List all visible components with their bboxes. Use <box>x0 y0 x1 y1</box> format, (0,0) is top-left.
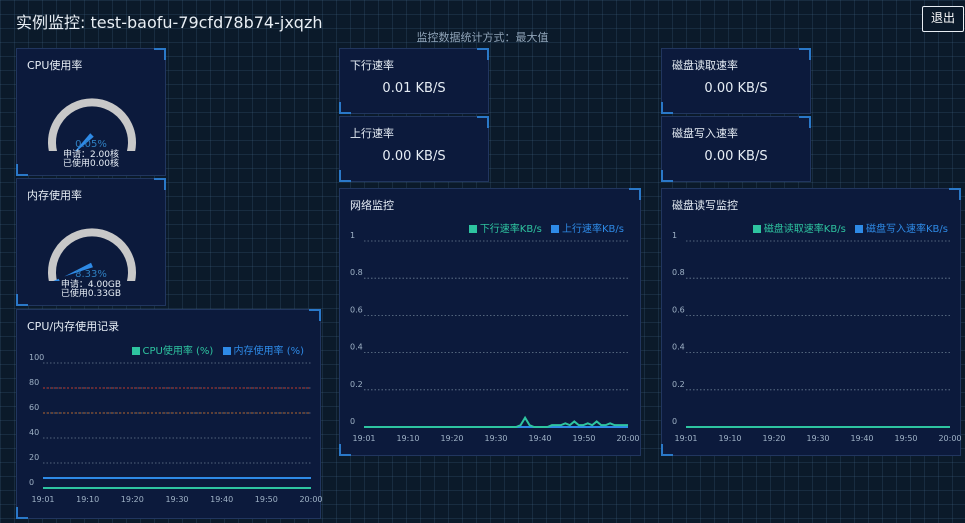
x-tick-label: 20:00 <box>616 434 639 443</box>
y-tick-label: 0.8 <box>350 268 363 277</box>
y-tick-label: 0 <box>350 417 355 426</box>
disk-read-speed-value: 0.00 KB/S <box>704 81 768 96</box>
y-tick-label: 0.2 <box>350 380 363 389</box>
x-tick-label: 20:00 <box>299 495 322 504</box>
y-tick-label: 0 <box>29 478 34 487</box>
y-tick-label: 20 <box>29 453 39 462</box>
y-tick-label: 100 <box>29 353 44 362</box>
y-tick-label: 0.4 <box>672 343 685 352</box>
disk-write-speed-panel: 磁盘写入速率 0.00 KB/S <box>661 116 811 182</box>
download-speed-title: 下行速率 <box>350 59 394 72</box>
network-monitor-panel: 网络监控 下行速率KB/s 上行速率KB/s 0 0.2 0.4 0.6 0.8 1 19:… <box>339 188 641 456</box>
y-tick-label: 0.6 <box>672 305 685 314</box>
y-tick-label: 1 <box>350 231 355 240</box>
upload-speed-title: 上行速率 <box>350 127 394 140</box>
x-tick-label: 19:01 <box>31 495 54 504</box>
cpu-usage-panel: CPU使用率 0.05% 申请：2.00核 已使用0.00核 <box>16 48 166 176</box>
disk-read-speed-panel: 磁盘读取速率 0.00 KB/S <box>661 48 811 114</box>
cpu-memory-history-panel: CPU/内存使用记录 CPU使用率 (%) 内存使用率 (%) 0 20 40 60 8… <box>16 309 322 519</box>
x-tick-label: 19:20 <box>121 495 144 504</box>
x-tick-label: 19:20 <box>762 434 785 443</box>
y-tick-label: 0.6 <box>350 305 363 314</box>
download-speed-panel: 下行速率 0.01 KB/S <box>339 48 489 114</box>
y-tick-label: 0.2 <box>672 380 685 389</box>
y-tick-label: 0.4 <box>350 343 363 352</box>
x-tick-label: 20:00 <box>938 434 961 443</box>
x-tick-label: 19:50 <box>894 434 917 443</box>
upload-speed-panel: 上行速率 0.00 KB/S <box>339 116 489 182</box>
memory-gauge-percent: 8.33% <box>75 269 107 280</box>
upload-speed-value: 0.00 KB/S <box>382 149 446 164</box>
disk-write-speed-value: 0.00 KB/S <box>704 149 768 164</box>
disk-read-speed-title: 磁盘读取速率 <box>672 59 738 72</box>
y-tick-label: 0.8 <box>672 268 685 277</box>
x-tick-label: 19:01 <box>352 434 375 443</box>
x-tick-label: 19:30 <box>484 434 507 443</box>
y-tick-label: 1 <box>672 231 677 240</box>
x-tick-label: 19:50 <box>255 495 278 504</box>
x-tick-label: 19:40 <box>210 495 233 504</box>
cpu-memory-line-chart: 0 20 40 60 80 100 19:01 19:10 19:20 19:30 19:40 19:… <box>29 353 322 504</box>
cpu-used: 已使用0.00核 <box>62 159 120 169</box>
y-tick-label: 0 <box>672 417 677 426</box>
x-tick-label: 19:10 <box>76 495 99 504</box>
x-tick-label: 19:30 <box>806 434 829 443</box>
logout-button[interactable]: 退出 <box>922 6 964 32</box>
memory-usage-panel: 内存使用率 8.33% 申请：4.00GB 已使用0.33GB <box>16 178 166 306</box>
x-tick-label: 19:10 <box>396 434 419 443</box>
x-tick-label: 19:20 <box>440 434 463 443</box>
cpu-gauge-percent: 0.05% <box>75 139 107 150</box>
y-tick-label: 80 <box>29 378 39 387</box>
network-line-chart: 0 0.2 0.4 0.6 0.8 1 19:01 19:10 19:20 19:30 19:40 1… <box>350 231 640 443</box>
disk-monitor-panel: 磁盘读写监控 磁盘读取速率KB/s 磁盘写入速率KB/s 0 0.2 0.4 0.6 0… <box>661 188 962 456</box>
disk-write-speed-title: 磁盘写入速率 <box>672 127 738 140</box>
x-tick-label: 19:01 <box>674 434 697 443</box>
y-tick-label: 40 <box>29 428 39 437</box>
disk-line-chart: 0 0.2 0.4 0.6 0.8 1 19:01 19:10 19:20 19:30 19:40 1… <box>672 231 962 443</box>
x-tick-label: 19:10 <box>718 434 741 443</box>
x-tick-label: 19:50 <box>572 434 595 443</box>
x-tick-label: 19:40 <box>528 434 551 443</box>
y-tick-label: 60 <box>29 403 39 412</box>
download-speed-value: 0.01 KB/S <box>382 81 446 96</box>
x-tick-label: 19:30 <box>165 495 188 504</box>
stat-method-note: 监控数据统计方式：最大值 <box>416 31 549 44</box>
series-line <box>364 415 628 428</box>
x-tick-label: 19:40 <box>850 434 873 443</box>
memory-used: 已使用0.33GB <box>60 289 122 299</box>
